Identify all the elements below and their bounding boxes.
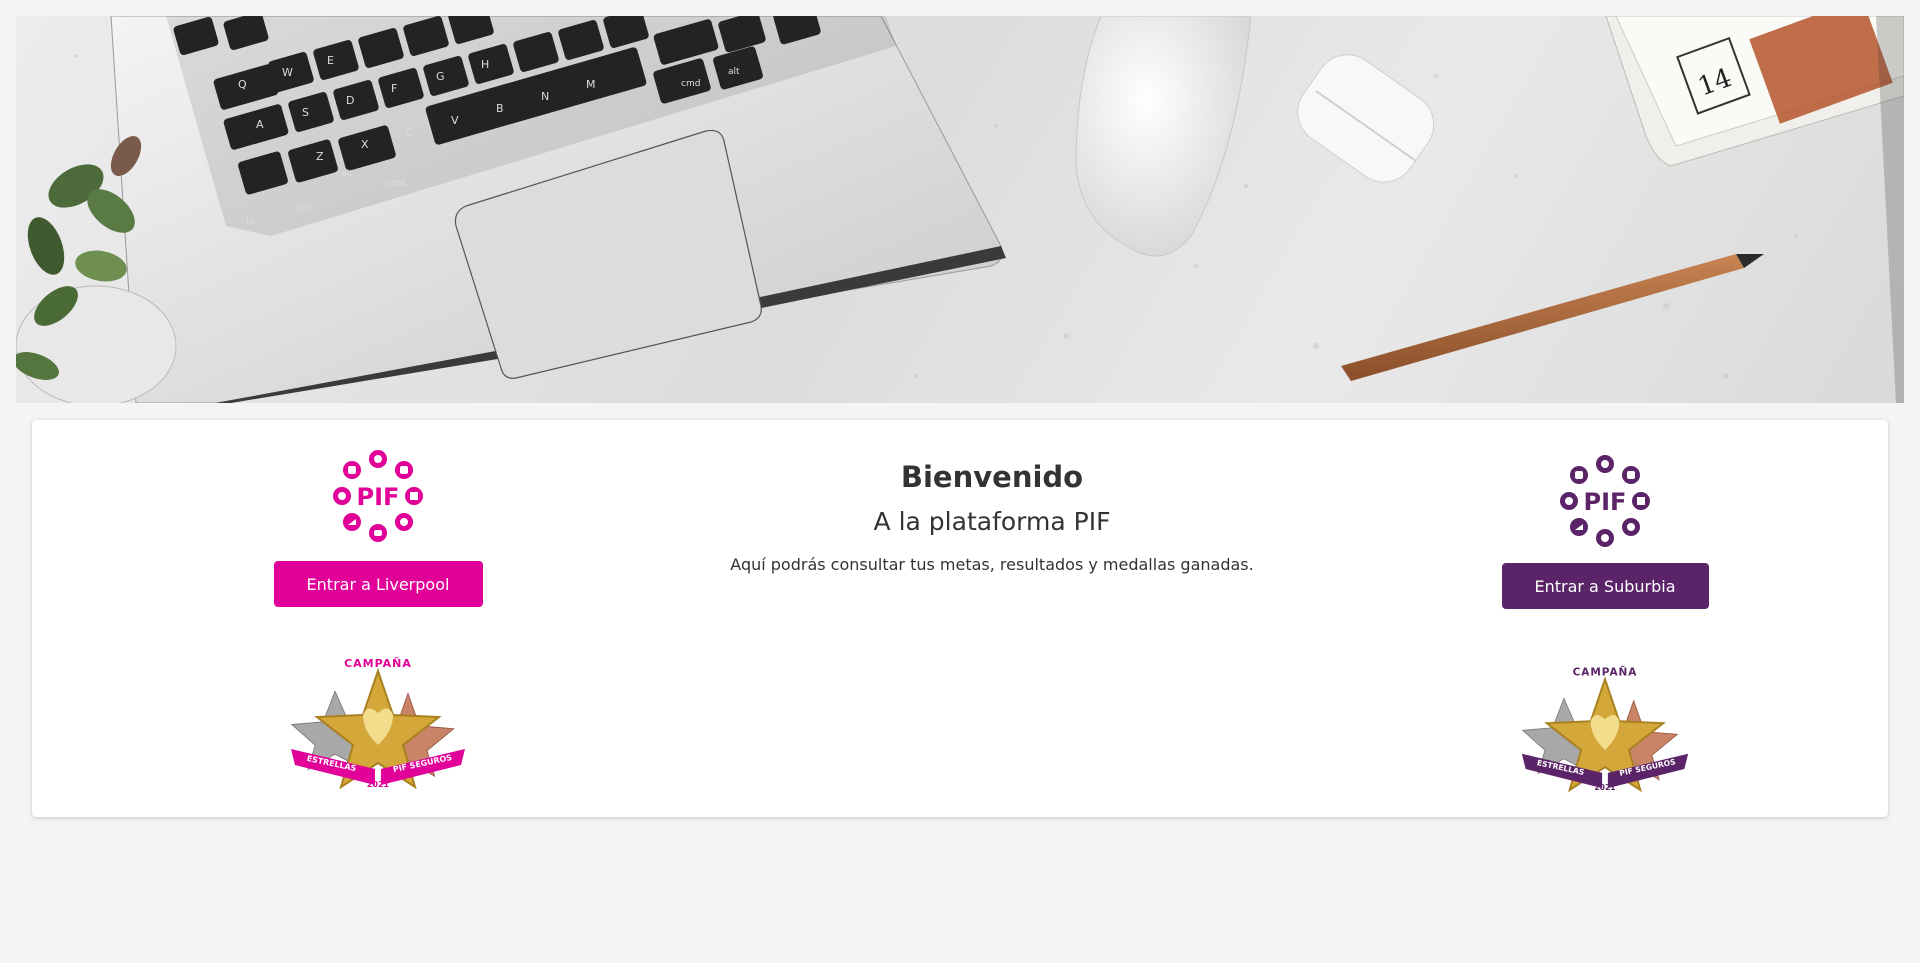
- key-f: F: [391, 82, 397, 95]
- ambulance-icon: [400, 518, 408, 526]
- key-d: D: [346, 94, 354, 107]
- key-h: H: [481, 58, 489, 71]
- welcome-subtitle: A la plataforma PIF: [873, 506, 1111, 536]
- desk-photo: Q W E A S D F G H Z X C V B N M fn ctrl …: [16, 16, 1904, 403]
- newspaper-image: 14: [1605, 16, 1904, 403]
- award-icon: [1565, 497, 1573, 505]
- key-x: X: [361, 138, 369, 151]
- enter-suburbia-button[interactable]: Entrar a Suburbia: [1501, 563, 1709, 609]
- key-g: G: [436, 70, 445, 83]
- key-c: C: [406, 126, 414, 139]
- badge-year: 2021: [367, 780, 390, 789]
- award-icon: [338, 492, 346, 500]
- liverpool-section: PIF Entrar a Liverpool CAMPAÑA ESTRELLAS…: [146, 420, 610, 793]
- key-v: V: [451, 114, 459, 127]
- tooth-icon: [1627, 471, 1635, 479]
- key-cmd-right: cmd: [681, 79, 700, 89]
- key-alt-right: alt: [728, 67, 740, 77]
- home-icon: [1637, 497, 1645, 505]
- family-icon: [1601, 460, 1609, 468]
- key-e: E: [327, 54, 334, 67]
- car-icon: [374, 530, 382, 536]
- pif-logo-text: PIF: [1584, 488, 1627, 516]
- mouse-image: [1075, 16, 1252, 257]
- key-alt-left: alt: [341, 169, 353, 179]
- pencil-image: [1341, 254, 1764, 381]
- key-b: B: [496, 102, 504, 115]
- welcome-section: Bienvenido A la plataforma PIF Aquí podr…: [628, 420, 1356, 574]
- key-z: Z: [316, 150, 324, 163]
- campaign-badge-suburbia: CAMPAÑA ESTRELLAS PIF SEGUROS 2021: [1517, 662, 1693, 796]
- key-w: W: [282, 66, 293, 79]
- enter-liverpool-button[interactable]: Entrar a Liverpool: [273, 561, 483, 607]
- key-a: A: [256, 118, 264, 131]
- welcome-description: Aquí podrás consultar tus metas, resulta…: [730, 554, 1254, 574]
- tooth-icon: [400, 466, 408, 474]
- hospital-icon: [348, 466, 356, 474]
- pif-logo-text: PIF: [357, 483, 400, 511]
- campaign-badge-liverpool: CAMPAÑA ESTRELLAS PIF SEGUROS 2021: [287, 653, 469, 793]
- welcome-card: PIF Entrar a Liverpool CAMPAÑA ESTRELLAS…: [32, 420, 1888, 817]
- suburbia-section: PIF Entrar a Suburbia CAMPAÑA ESTRELLAS …: [1373, 420, 1837, 796]
- laptop-image: Q W E A S D F G H Z X C V B N M fn ctrl …: [110, 16, 1006, 403]
- key-m: M: [586, 78, 596, 91]
- car-icon: [1575, 471, 1583, 479]
- family-icon: [374, 455, 382, 463]
- ambulance-icon: [1627, 523, 1635, 531]
- key-fn: fn: [246, 217, 255, 227]
- hero-banner: Q W E A S D F G H Z X C V B N M fn ctrl …: [16, 16, 1904, 403]
- welcome-title: Bienvenido: [900, 460, 1084, 494]
- key-n: N: [541, 90, 549, 103]
- badge-year: 2021: [1594, 783, 1615, 792]
- key-q: Q: [238, 78, 247, 91]
- key-s: S: [302, 106, 309, 119]
- pif-logo-suburbia: PIF: [1559, 455, 1651, 551]
- home-icon: [410, 492, 418, 500]
- key-ctrl: ctrl: [296, 204, 311, 214]
- earbuds-case-image: [1297, 54, 1435, 183]
- stethoscope-icon: [1601, 534, 1609, 542]
- key-cmd-left: cmd: [386, 179, 405, 189]
- pif-logo-liverpool: PIF: [332, 450, 424, 546]
